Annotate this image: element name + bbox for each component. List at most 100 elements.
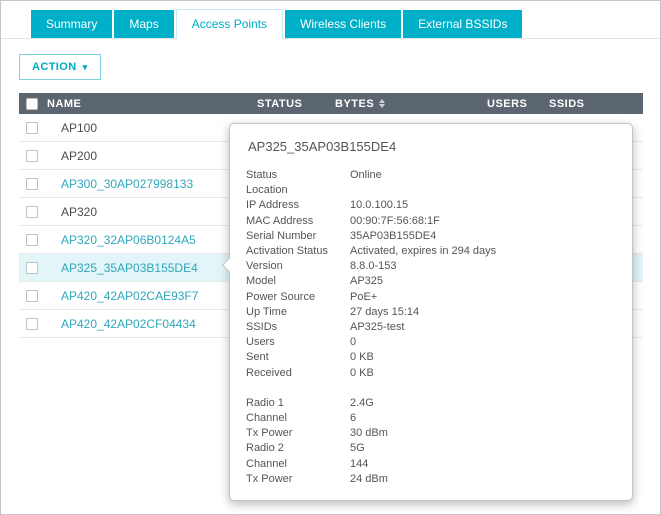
popover-fields: StatusOnlineLocationIP Address10.0.100.1… <box>246 168 616 487</box>
detail-row: Radio 25G <box>246 441 616 456</box>
detail-row: ModelAP325 <box>246 274 616 289</box>
ap-name-link[interactable]: AP300_30AP027998133 <box>45 177 257 191</box>
detail-value: 5G <box>350 441 616 456</box>
detail-value: 00:90:7F:56:68:1F <box>350 214 616 229</box>
detail-row: Channel6 <box>246 411 616 426</box>
row-checkbox[interactable] <box>26 262 38 274</box>
column-header-users[interactable]: USERS <box>487 98 549 110</box>
detail-row: MAC Address00:90:7F:56:68:1F <box>246 214 616 229</box>
detail-value: 6 <box>350 411 616 426</box>
detail-label: Channel <box>246 411 350 426</box>
ap-name-link[interactable]: AP420_42AP02CF04434 <box>45 317 257 331</box>
detail-label: Received <box>246 366 350 381</box>
detail-row: IP Address10.0.100.15 <box>246 198 616 213</box>
detail-label: Model <box>246 274 350 289</box>
detail-label: IP Address <box>246 198 350 213</box>
column-header-ssids[interactable]: SSIDS <box>549 98 643 110</box>
action-button[interactable]: ACTION ▾ <box>19 54 101 80</box>
detail-value: 24 dBm <box>350 472 616 487</box>
detail-label: Tx Power <box>246 426 350 441</box>
ap-name: AP200 <box>45 149 257 163</box>
select-all-checkbox[interactable] <box>26 98 38 110</box>
detail-row: Serial Number35AP03B155DE4 <box>246 229 616 244</box>
detail-value: AP325-test <box>350 320 616 335</box>
row-checkbox-cell <box>19 290 45 302</box>
column-header-status[interactable]: STATUS <box>257 98 335 110</box>
column-header-bytes[interactable]: BYTES <box>335 98 487 110</box>
row-checkbox[interactable] <box>26 178 38 190</box>
detail-row: Radio 12.4G <box>246 396 616 411</box>
row-checkbox-cell <box>19 122 45 134</box>
popover-title: AP325_35AP03B155DE4 <box>248 139 616 154</box>
table-header: NAME STATUS BYTES USERS SSIDS <box>19 93 643 114</box>
detail-value: 30 dBm <box>350 426 616 441</box>
detail-value: 0 KB <box>350 350 616 365</box>
detail-row: Version8.8.0-153 <box>246 259 616 274</box>
row-checkbox-cell <box>19 262 45 274</box>
ap-name-link[interactable]: AP320_32AP06B0124A5 <box>45 233 257 247</box>
row-checkbox-cell <box>19 206 45 218</box>
row-checkbox[interactable] <box>26 122 38 134</box>
select-all-cell <box>19 98 45 110</box>
column-header-bytes-label: BYTES <box>335 98 374 110</box>
detail-row: Power SourcePoE+ <box>246 290 616 305</box>
detail-label: Serial Number <box>246 229 350 244</box>
detail-value: PoE+ <box>350 290 616 305</box>
tab-access-points[interactable]: Access Points <box>176 9 283 39</box>
tab-summary[interactable]: Summary <box>31 10 112 38</box>
detail-label: Radio 1 <box>246 396 350 411</box>
detail-row: Tx Power30 dBm <box>246 426 616 441</box>
detail-value: Activated, expires in 294 days <box>350 244 616 259</box>
detail-value: Online <box>350 168 616 183</box>
column-header-name[interactable]: NAME <box>45 98 257 110</box>
tab-bar: SummaryMapsAccess PointsWireless Clients… <box>1 1 660 39</box>
detail-row: Up Time27 days 15:14 <box>246 305 616 320</box>
detail-value: 0 KB <box>350 366 616 381</box>
tab-wireless-clients[interactable]: Wireless Clients <box>285 10 401 38</box>
detail-label: Activation Status <box>246 244 350 259</box>
detail-label: SSIDs <box>246 320 350 335</box>
detail-label: Location <box>246 183 350 198</box>
detail-value: 8.8.0-153 <box>350 259 616 274</box>
detail-label: Status <box>246 168 350 183</box>
ap-name-link[interactable]: AP420_42AP02CAE93F7 <box>45 289 257 303</box>
row-checkbox[interactable] <box>26 150 38 162</box>
detail-row: SSIDsAP325-test <box>246 320 616 335</box>
tab-external-bssids[interactable]: External BSSIDs <box>403 10 522 38</box>
detail-label: Up Time <box>246 305 350 320</box>
row-checkbox-cell <box>19 234 45 246</box>
detail-row: Location <box>246 183 616 198</box>
app-window: SummaryMapsAccess PointsWireless Clients… <box>0 0 661 515</box>
detail-value: AP325 <box>350 274 616 289</box>
detail-value: 35AP03B155DE4 <box>350 229 616 244</box>
row-checkbox[interactable] <box>26 318 38 330</box>
row-checkbox-cell <box>19 318 45 330</box>
detail-value: 144 <box>350 457 616 472</box>
detail-label: Tx Power <box>246 472 350 487</box>
detail-label: Sent <box>246 350 350 365</box>
detail-value: 10.0.100.15 <box>350 198 616 213</box>
sort-arrows-icon[interactable] <box>379 99 385 108</box>
tab-maps[interactable]: Maps <box>114 10 173 38</box>
detail-row: Users0 <box>246 335 616 350</box>
detail-label: Radio 2 <box>246 441 350 456</box>
detail-value: 27 days 15:14 <box>350 305 616 320</box>
chevron-down-icon: ▾ <box>83 63 88 72</box>
ap-name: AP320 <box>45 205 257 219</box>
row-checkbox-cell <box>19 178 45 190</box>
detail-value: 0 <box>350 335 616 350</box>
detail-row: StatusOnline <box>246 168 616 183</box>
row-checkbox[interactable] <box>26 206 38 218</box>
row-checkbox[interactable] <box>26 290 38 302</box>
ap-name: AP100 <box>45 121 257 135</box>
detail-label: MAC Address <box>246 214 350 229</box>
detail-label: Version <box>246 259 350 274</box>
ap-details-popover: AP325_35AP03B155DE4 StatusOnlineLocation… <box>229 123 633 501</box>
detail-row: Channel144 <box>246 457 616 472</box>
detail-row: Received0 KB <box>246 366 616 381</box>
detail-value <box>350 183 616 198</box>
detail-row: Tx Power24 dBm <box>246 472 616 487</box>
detail-label: Users <box>246 335 350 350</box>
detail-row: Activation StatusActivated, expires in 2… <box>246 244 616 259</box>
row-checkbox[interactable] <box>26 234 38 246</box>
